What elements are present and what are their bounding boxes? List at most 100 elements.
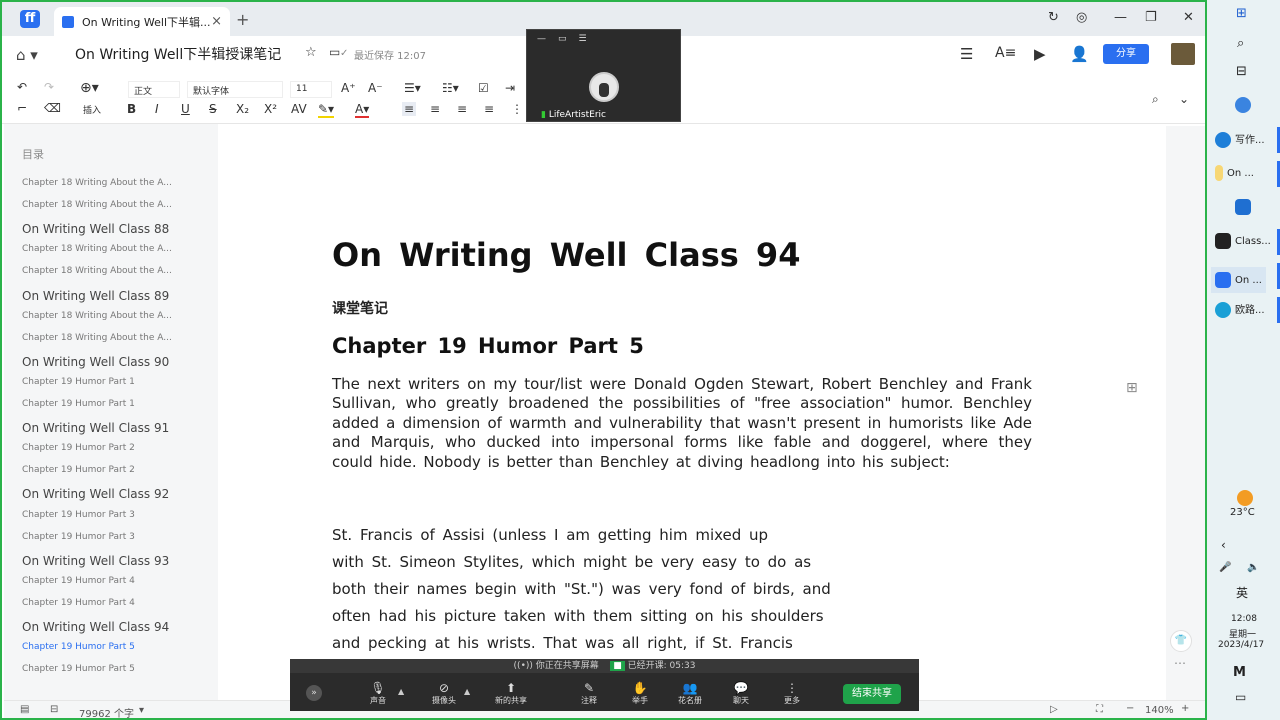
outline-item[interactable]: Chapter 19 Humor Part 4 — [22, 598, 135, 608]
home-icon[interactable]: ⌂ ▾ — [16, 46, 38, 64]
align-left-icon[interactable]: ≡ — [402, 102, 417, 116]
fullscreen-icon[interactable]: ⛶ — [1096, 704, 1103, 715]
word-count[interactable]: 79962 个字 — [79, 705, 134, 718]
chevron-left-icon[interactable]: ‹ — [1221, 538, 1226, 552]
float-window-controls[interactable]: —▭☰ — [537, 34, 599, 44]
menu-icon[interactable]: ☰ — [960, 45, 973, 63]
outline-toggle-icon[interactable]: ▤ — [20, 704, 29, 715]
outline-item[interactable]: On Writing Well Class 88 — [22, 222, 169, 236]
outline-item[interactable]: Chapter 19 Humor Part 4 — [22, 576, 135, 586]
align-right-icon[interactable]: ≡ — [457, 102, 467, 116]
outline-item[interactable]: On Writing Well Class 94 — [22, 620, 169, 634]
strikethrough-icon[interactable]: S — [209, 102, 217, 116]
outline-item[interactable]: Chapter 19 Humor Part 3 — [22, 532, 135, 542]
numbered-list-icon[interactable]: ☷▾ — [442, 81, 459, 95]
quote-line[interactable]: with St. Simeon Stylites, which might be… — [332, 553, 811, 571]
decrease-font-icon[interactable]: A⁻ — [368, 81, 383, 95]
end-share-button[interactable]: 结束共享 — [843, 684, 901, 704]
collaborators-icon[interactable]: 👤 — [1070, 45, 1089, 63]
outline-item[interactable]: Chapter 18 Writing About the A... — [22, 311, 172, 321]
insert-icon[interactable]: ⊕▾ — [80, 80, 99, 96]
outline-item[interactable]: Chapter 18 Writing About the A... — [22, 266, 172, 276]
more-button[interactable]: ⋮ 更多 — [772, 681, 812, 706]
bold-icon[interactable]: B — [127, 102, 136, 116]
volume-icon[interactable]: 🔈 — [1247, 562, 1259, 573]
search-icon[interactable]: ⌕ — [1237, 36, 1244, 51]
indent-icon[interactable]: ⇥ — [505, 81, 515, 95]
outline-item[interactable]: Chapter 19 Humor Part 5 — [22, 642, 135, 652]
taskbar-item-notes[interactable]: On ... — [1215, 165, 1254, 181]
checklist-icon[interactable]: ☑ — [478, 81, 489, 95]
chapter-heading[interactable]: Chapter 19 Humor Part 5 — [332, 334, 644, 358]
camera-button[interactable]: ⊘ 摄像头 — [424, 681, 464, 706]
font-family-select[interactable]: 默认字体 — [187, 81, 283, 98]
quote-line[interactable]: St. Francis of Assisi (unless I am getti… — [332, 526, 768, 544]
outline-item[interactable]: Chapter 18 Writing About the A... — [22, 244, 172, 254]
underline-icon[interactable]: U — [181, 102, 190, 116]
outline-item[interactable]: Chapter 19 Humor Part 1 — [22, 377, 135, 387]
outline-item[interactable]: Chapter 19 Humor Part 2 — [22, 465, 135, 475]
outline-item[interactable]: Chapter 19 Humor Part 1 — [22, 399, 135, 409]
quote-line[interactable]: both their names begin with "St.") was v… — [332, 580, 831, 598]
font-size-select[interactable]: 11 — [290, 81, 332, 98]
add-comment-icon[interactable]: ⊞ — [1126, 380, 1138, 396]
browser-icon[interactable] — [1235, 97, 1251, 113]
refresh-icon[interactable]: ↻ — [1048, 10, 1059, 25]
document-page[interactable]: On Writing Well Class 94 课堂笔记 Chapter 19… — [220, 126, 1166, 700]
close-window-button[interactable]: ✕ — [1183, 10, 1194, 25]
paragraph-style-select[interactable]: 正文 — [128, 81, 180, 98]
outline-item[interactable]: On Writing Well Class 92 — [22, 487, 169, 501]
document-title[interactable]: On Writing Well Class 94 — [332, 236, 800, 274]
outline-item[interactable]: Chapter 19 Humor Part 3 — [22, 510, 135, 520]
share-button[interactable]: 分享 — [1103, 44, 1149, 64]
folder-icon[interactable]: ▭ — [329, 45, 340, 59]
outline-item[interactable]: Chapter 18 Writing About the A... — [22, 333, 172, 343]
play-icon[interactable]: ▷ — [1050, 704, 1058, 715]
weather-icon[interactable] — [1237, 490, 1253, 506]
italic-icon[interactable]: I — [155, 102, 159, 116]
quote-line[interactable]: and pecking at his wrists. That was all … — [332, 634, 793, 652]
clock-date[interactable]: 2023/4/17 — [1218, 640, 1264, 650]
zoom-in-button[interactable]: + — [1181, 703, 1189, 714]
clear-format-icon[interactable]: ⌫ — [44, 101, 61, 115]
windows-start-icon[interactable]: ⊞ — [1236, 6, 1247, 21]
insert-label[interactable]: 插入 — [83, 103, 101, 116]
tab-document[interactable]: On Writing Well下半辑... × — [54, 7, 230, 36]
outline-item[interactable]: On Writing Well Class 89 — [22, 289, 169, 303]
audio-options-icon[interactable]: ▲ — [398, 687, 404, 696]
outline-item[interactable]: Chapter 18 Writing About the A... — [22, 200, 172, 210]
more-icon[interactable]: ⋯ — [1174, 656, 1186, 670]
font-color-icon[interactable]: A▾ — [355, 102, 370, 118]
new-share-button[interactable]: ⬆ 新的共享 — [491, 681, 531, 706]
zoom-out-button[interactable]: − — [1126, 703, 1134, 714]
ime-indicator[interactable]: 英 — [1236, 584, 1248, 601]
letter-spacing-icon[interactable]: AV — [291, 102, 307, 116]
user-avatar[interactable] — [1171, 43, 1195, 65]
format-painter-icon[interactable]: ⌐ — [17, 101, 27, 115]
line-spacing-icon[interactable]: ⋮ — [511, 102, 523, 116]
doc-title[interactable]: On Writing Well下半辑授课笔记 — [75, 44, 281, 64]
weather-temp[interactable]: 23°C — [1230, 507, 1255, 518]
app-tray-icon[interactable]: M — [1233, 665, 1246, 680]
search-icon[interactable]: ⌕ — [1152, 92, 1159, 107]
outline-item[interactable]: On Writing Well Class 90 — [22, 355, 169, 369]
bullet-list-icon[interactable]: ☰▾ — [404, 81, 421, 95]
body-paragraph[interactable]: The next writers on my tour/list were Do… — [332, 375, 1032, 472]
outline-item[interactable]: Chapter 19 Humor Part 5 — [22, 664, 135, 674]
microphone-icon[interactable]: 🎤 — [1219, 562, 1231, 573]
collapse-bar-icon[interactable]: » — [306, 685, 322, 701]
zoom-level[interactable]: 140% — [1145, 705, 1174, 716]
tab-close-button[interactable]: × — [211, 14, 222, 29]
audio-button[interactable]: 🎙 声音 — [358, 681, 398, 706]
restore-button[interactable]: ❐ — [1145, 10, 1157, 25]
text-format-icon[interactable]: A≡ — [995, 45, 1016, 61]
clock-time[interactable]: 12:08 — [1231, 614, 1257, 624]
notification-icon[interactable]: ▭ — [1235, 690, 1246, 704]
document-subtitle[interactable]: 课堂笔记 — [332, 298, 388, 318]
camera-options-icon[interactable]: ▲ — [464, 687, 470, 696]
task-view-icon[interactable]: ⊟ — [1236, 64, 1247, 79]
new-tab-button[interactable]: + — [236, 10, 249, 29]
collapse-toolbar-icon[interactable]: ⌄ — [1179, 92, 1189, 106]
minimize-button[interactable]: — — [1114, 10, 1127, 25]
annotate-button[interactable]: ✎ 注释 — [569, 681, 609, 706]
